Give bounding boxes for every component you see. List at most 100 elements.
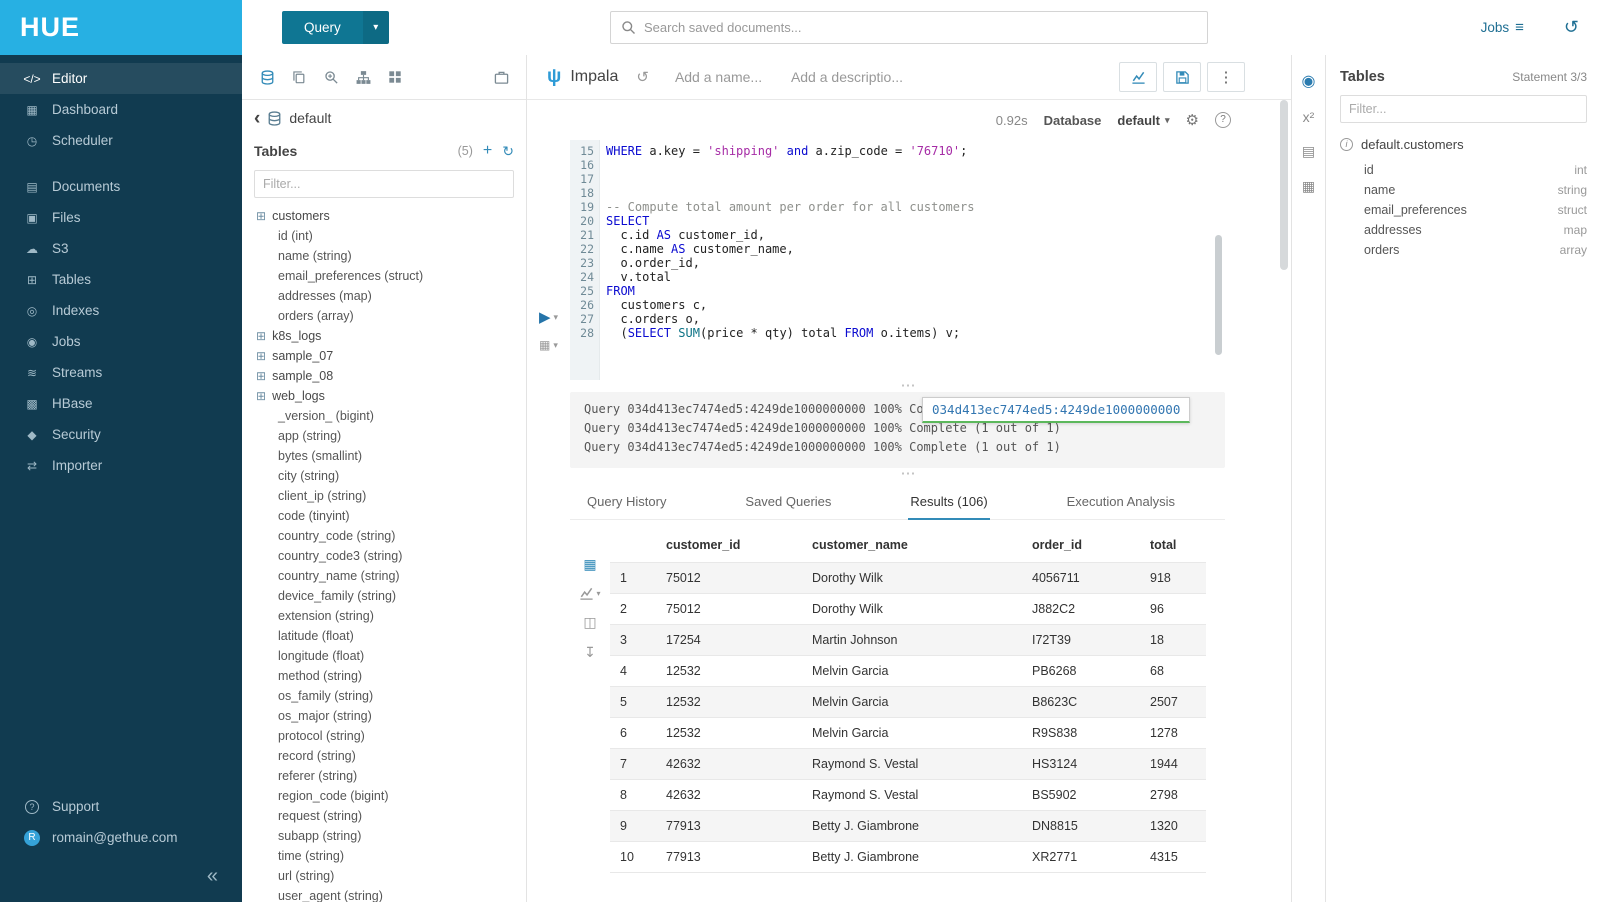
sidebar-item-dashboard[interactable]: ▦Dashboard (0, 94, 242, 125)
column-header[interactable]: total (1140, 528, 1206, 562)
resize-handle[interactable]: ⋯ (527, 468, 1291, 480)
table-item[interactable]: ⊞customers (242, 206, 526, 226)
column-item[interactable]: os_major (string) (242, 706, 526, 726)
column-item[interactable]: code (tinyint) (242, 506, 526, 526)
column-item[interactable]: name (string) (242, 246, 526, 266)
active-table-row[interactable]: i default.customers (1340, 137, 1587, 152)
table-item[interactable]: ⊞sample_07 (242, 346, 526, 366)
briefcase-icon[interactable] (488, 64, 514, 90)
sidebar-item-importer[interactable]: ⇄Importer (0, 450, 242, 481)
tab-results-106[interactable]: Results (106) (908, 484, 989, 520)
column-item[interactable]: protocol (string) (242, 726, 526, 746)
column-item[interactable]: user_agent (string) (242, 886, 526, 902)
column-item[interactable]: time (string) (242, 846, 526, 866)
table-filter-input[interactable] (254, 170, 514, 198)
query-button-label[interactable]: Query (282, 11, 363, 44)
code-editor[interactable]: ▶ ▾ ▦ ▾ 1516171819202122232425262728 WHE… (527, 140, 1291, 380)
chart-button[interactable] (1119, 62, 1157, 92)
reference-button[interactable]: ▤ (1302, 143, 1315, 160)
sidebar-item-scheduler[interactable]: ◷Scheduler (0, 125, 242, 156)
column-item[interactable]: extension (string) (242, 606, 526, 626)
sidebar-item-hbase[interactable]: ▩HBase (0, 388, 242, 419)
chart-button[interactable]: ▾ (579, 586, 600, 601)
column-item[interactable]: method (string) (242, 666, 526, 686)
column-item[interactable]: _version_ (bigint) (242, 406, 526, 426)
column-item[interactable]: country_name (string) (242, 566, 526, 586)
download-button[interactable]: ↧ (584, 644, 596, 661)
editor-grid-control[interactable]: ▦ ▾ (539, 338, 558, 352)
query-history-icon[interactable]: ↺ (636, 68, 649, 86)
column-item[interactable]: orders (array) (242, 306, 526, 326)
sidebar-item-indexes[interactable]: ◎Indexes (0, 295, 242, 326)
execute-button[interactable]: ▶ (539, 310, 551, 325)
column-item[interactable]: referer (string) (242, 766, 526, 786)
column-item[interactable]: addressesmap (1340, 220, 1587, 240)
settings-gear-icon[interactable]: ⚙ (1186, 111, 1199, 129)
column-item[interactable]: namestring (1340, 180, 1587, 200)
sidebar-item-documents[interactable]: ▤Documents (0, 171, 242, 202)
table-item[interactable]: ⊞sample_08 (242, 366, 526, 386)
column-item[interactable]: id (int) (242, 226, 526, 246)
database-button[interactable] (254, 64, 280, 90)
hue-logo[interactable]: HUE (0, 0, 242, 55)
copy-button[interactable] (286, 64, 312, 90)
column-item[interactable]: idint (1340, 160, 1587, 180)
collapse-sidebar-button[interactable]: « (0, 853, 242, 896)
column-item[interactable]: latitude (float) (242, 626, 526, 646)
column-item[interactable]: addresses (map) (242, 286, 526, 306)
column-item[interactable]: subapp (string) (242, 826, 526, 846)
column-item[interactable]: app (string) (242, 426, 526, 446)
column-item[interactable]: region_code (bigint) (242, 786, 526, 806)
history-icon[interactable]: ↺ (1564, 17, 1579, 38)
grid-button[interactable]: ▦ (583, 556, 596, 573)
search-input[interactable] (644, 20, 1197, 35)
column-item[interactable]: longitude (float) (242, 646, 526, 666)
tab-execution-analysis[interactable]: Execution Analysis (1065, 484, 1177, 519)
sidebar-item-support[interactable]: ? Support (0, 791, 242, 822)
column-item[interactable]: record (string) (242, 746, 526, 766)
column-item[interactable]: ordersarray (1340, 240, 1587, 260)
tab-query-history[interactable]: Query History (585, 484, 668, 519)
more-actions-button[interactable]: ⋮ (1207, 62, 1245, 92)
sidebar-item-user[interactable]: R romain@gethue.com (0, 822, 242, 853)
column-item[interactable]: email_preferences (struct) (242, 266, 526, 286)
query-dropdown-caret[interactable]: ▾ (363, 11, 389, 44)
back-icon[interactable]: ‹ (254, 109, 260, 128)
main-scrollbar[interactable] (1280, 100, 1288, 270)
assistant-button[interactable]: ◉ (1302, 71, 1316, 91)
sidebar-item-files[interactable]: ▣Files (0, 202, 242, 233)
sidebar-item-jobs[interactable]: ◉Jobs (0, 326, 242, 357)
column-header[interactable]: order_id (1022, 528, 1140, 562)
column-item[interactable]: url (string) (242, 866, 526, 886)
query-name-input[interactable] (675, 69, 775, 85)
zoom-in-button[interactable] (318, 64, 344, 90)
column-item[interactable]: email_preferencesstruct (1340, 200, 1587, 220)
right-filter-input[interactable] (1340, 95, 1587, 123)
sidebar-item-s3[interactable]: ☁S3 (0, 233, 242, 264)
info-icon[interactable]: i (1340, 138, 1353, 151)
column-header[interactable]: customer_id (656, 528, 802, 562)
column-item[interactable]: country_code (string) (242, 526, 526, 546)
database-breadcrumb[interactable]: default (289, 110, 331, 126)
query-button[interactable]: Query ▾ (282, 11, 389, 44)
resize-handle[interactable]: ⋯ (527, 380, 1291, 392)
functions-button[interactable]: x² (1303, 109, 1315, 125)
column-header[interactable]: customer_name (802, 528, 1022, 562)
sidebar-item-tables[interactable]: ⊞Tables (0, 264, 242, 295)
table-item[interactable]: ⊞web_logs (242, 386, 526, 406)
column-item[interactable]: bytes (smallint) (242, 446, 526, 466)
tab-saved-queries[interactable]: Saved Queries (743, 484, 833, 519)
table-item[interactable]: ⊞k8s_logs (242, 326, 526, 346)
database-dropdown[interactable]: default ▾ (1117, 113, 1169, 128)
add-table-icon[interactable]: + (483, 143, 492, 159)
column-item[interactable]: city (string) (242, 466, 526, 486)
apps-button[interactable] (382, 64, 408, 90)
sidebar-item-streams[interactable]: ≋Streams (0, 357, 242, 388)
save-button[interactable] (1163, 62, 1201, 92)
column-item[interactable]: country_code3 (string) (242, 546, 526, 566)
sidebar-item-security[interactable]: ◆Security (0, 419, 242, 450)
active-table-name[interactable]: default.customers (1361, 137, 1464, 152)
columns-button[interactable]: ◫ (583, 614, 596, 631)
refresh-icon[interactable]: ↻ (502, 143, 514, 160)
column-item[interactable]: client_ip (string) (242, 486, 526, 506)
